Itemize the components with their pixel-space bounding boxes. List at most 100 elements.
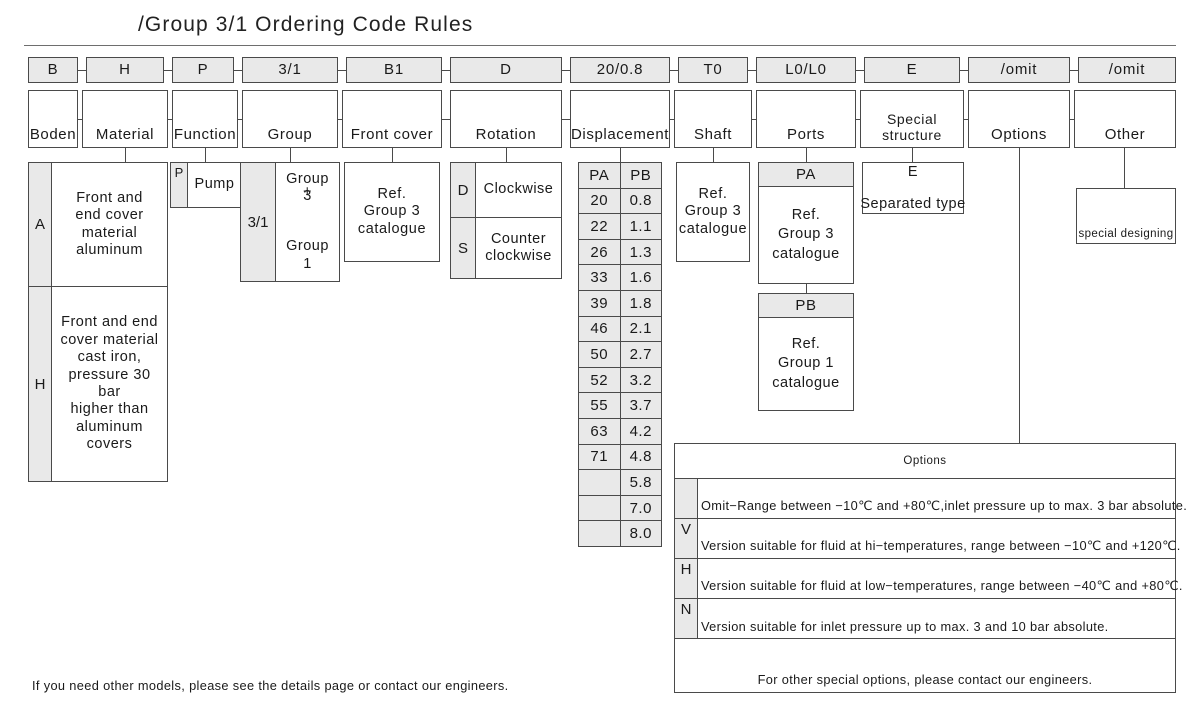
label-text: Displacement (571, 126, 670, 144)
label-connector (442, 119, 450, 121)
function-row-p: P Pump (170, 162, 242, 208)
label-connector (752, 119, 756, 121)
displacement-cell-pa: 46 (579, 316, 621, 342)
material-desc-a: Front and end cover material aluminum (75, 189, 144, 258)
code-connector (1070, 70, 1078, 72)
code-box-ports[interactable]: L0/L0 (756, 57, 856, 83)
special-structure-detail: E Separated type (860, 162, 965, 214)
displacement-row: 22 1.1 (579, 214, 661, 240)
displacement-cell-pa (579, 470, 621, 495)
label-connector (338, 119, 342, 121)
rotation-key-s: S (451, 218, 476, 278)
displacement-cell-pb: 1.3 (620, 239, 661, 265)
drop-line-special (912, 148, 914, 162)
displacement-row: 39 1.8 (579, 290, 661, 317)
displacement-header-pb: PB (620, 163, 661, 188)
label-connector (168, 119, 172, 121)
displacement-row: 7.0 (579, 495, 661, 522)
label-box-material: Material (82, 90, 168, 148)
label-connector (562, 119, 570, 121)
group-line-2: Group 1 (286, 238, 329, 272)
code-box-boden[interactable]: B (28, 57, 78, 83)
material-desc-h: Front and end cover material cast iron, … (60, 314, 159, 453)
drop-line-function (205, 148, 207, 162)
code-connector (562, 70, 570, 72)
displacement-row: 50 2.7 (579, 342, 661, 368)
options-row-text: Version suitable for inlet pressure up t… (701, 619, 1109, 634)
displacement-cell-pa: 22 (579, 214, 621, 239)
rotation-key-d: D (451, 163, 476, 217)
code-box-material[interactable]: H (86, 57, 164, 83)
code-box-front-cover[interactable]: B1 (346, 57, 442, 83)
displacement-cell-pb: 2.1 (620, 316, 661, 342)
front-cover-detail: Ref. Group 3 catalogue (344, 162, 440, 262)
special-structure-code: E (907, 164, 919, 180)
label-text: Boden (29, 126, 77, 144)
label-box-displacement: Displacement (570, 90, 670, 148)
displacement-cell-pa: 63 (579, 418, 621, 444)
label-box-special-structure: Special structure (860, 90, 964, 148)
displacement-row: 5.8 (579, 470, 661, 496)
code-box-options[interactable]: /omit (968, 57, 1070, 83)
rotation-row-s: S Counter clockwise (450, 217, 562, 279)
code-connector (670, 70, 678, 72)
options-table: Options Omit−Range between −10℃ and +80℃… (674, 443, 1187, 693)
displacement-row: 52 3.2 (579, 367, 661, 394)
displacement-row: 46 2.1 (579, 316, 661, 343)
code-connector (856, 70, 864, 72)
displacement-cell-pb: 3.7 (620, 393, 661, 418)
displacement-cell-pb: 0.8 (620, 188, 661, 214)
rotation-desc-d: Clockwise (483, 181, 554, 198)
drop-line-material (125, 148, 127, 162)
drop-line-rotation (506, 148, 508, 162)
code-box-function[interactable]: P (172, 57, 234, 83)
label-connector (1070, 119, 1074, 121)
displacement-cell-pa: 33 (579, 265, 621, 290)
label-box-front-cover: Front cover (342, 90, 442, 148)
options-row: Omit−Range between −10℃ and +80℃,inlet p… (675, 479, 1187, 519)
label-text: Shaft (693, 126, 733, 144)
drop-line-shaft (713, 148, 715, 162)
options-row-key: V (675, 519, 698, 558)
options-table-rows: Omit−Range between −10℃ and +80℃,inlet p… (675, 479, 1187, 639)
code-box-special-structure[interactable]: E (864, 57, 960, 83)
code-box-shaft[interactable]: T0 (678, 57, 748, 83)
displacement-cell-pb: 5.8 (620, 470, 661, 495)
label-box-boden: Boden (28, 90, 78, 148)
displacement-cell-pb: 1.6 (620, 265, 661, 290)
page-title: /Group 3/1 Ordering Code Rules (138, 13, 474, 36)
options-row-text: Version suitable for fluid at hi−tempera… (701, 538, 1181, 553)
displacement-cell-pa: 52 (579, 367, 621, 393)
code-box-other[interactable]: /omit (1078, 57, 1176, 83)
options-row-key (675, 479, 698, 518)
label-box-options: Options (968, 90, 1070, 148)
group-row: 3/1 Group 3 + Group 1 (240, 162, 340, 282)
code-box-group[interactable]: 3/1 (242, 57, 338, 83)
displacement-cell-pa: 39 (579, 290, 621, 316)
code-connector (78, 70, 86, 72)
code-box-rotation[interactable]: D (450, 57, 562, 83)
material-key-a: A (29, 163, 52, 286)
drop-line-options (1019, 148, 1021, 444)
label-connector (964, 119, 968, 121)
displacement-cell-pb: 1.1 (620, 214, 661, 239)
label-box-function: Function (172, 90, 238, 148)
displacement-table: PA PB 20 0.8 22 1.1 26 1.3 33 1.6 39 1.8 46 2.1 50 2.7 5… (578, 162, 662, 547)
displacement-cell-pb: 2.7 (620, 342, 661, 367)
displacement-row: 26 1.3 (579, 239, 661, 266)
code-box-displacement[interactable]: 20/0.8 (570, 57, 670, 83)
label-text: Options (991, 126, 1047, 144)
options-table-footer: For other special options, please contac… (757, 672, 1093, 687)
displacement-cell-pb: 3.2 (620, 367, 661, 393)
drop-line-other (1124, 148, 1126, 188)
rotation-row-d: D Clockwise (450, 162, 562, 218)
material-key-h: H (29, 287, 52, 481)
displacement-row: 63 4.2 (579, 418, 661, 445)
options-row: H Version suitable for fluid at low−tempe… (675, 559, 1182, 599)
label-connector (238, 119, 242, 121)
drop-line-group (290, 148, 292, 162)
displacement-row: 8.0 (579, 521, 661, 546)
displacement-cell-pb: 4.2 (620, 418, 661, 444)
ports-body-pa: Ref. Group 3 catalogue (772, 206, 840, 262)
displacement-cell-pa: 20 (579, 188, 621, 214)
